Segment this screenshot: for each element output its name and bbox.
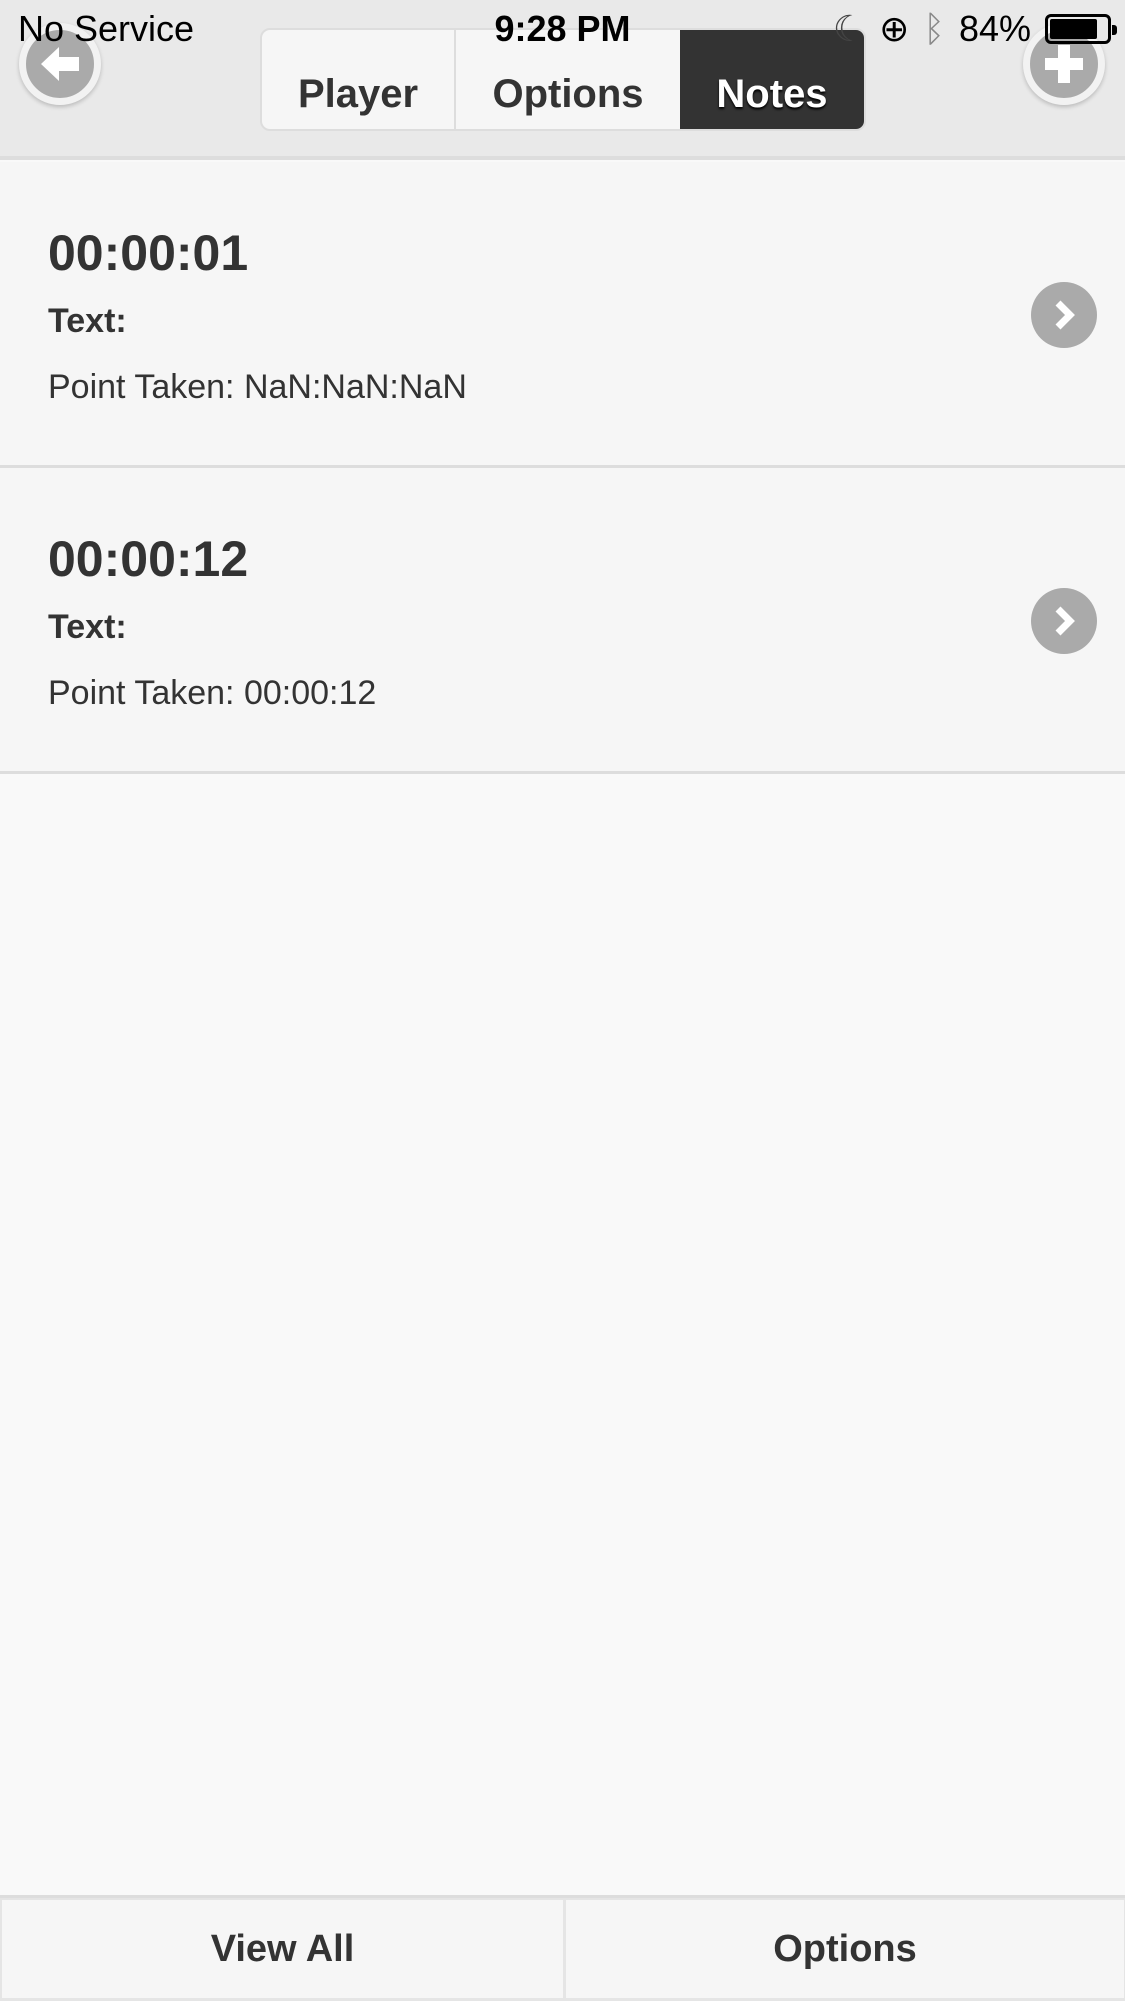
footer-toolbar: View All Options <box>0 1895 1125 2001</box>
header: Player Options Notes No Service 9:28 PM … <box>0 0 1125 160</box>
chevron-right-icon[interactable] <box>1031 588 1097 654</box>
note-time: 00:00:01 <box>48 225 249 281</box>
note-text-label: Text: <box>48 608 127 646</box>
battery-percent: 84% <box>958 8 1031 49</box>
note-item[interactable]: 00:00:01 Text: Point Taken: NaN:NaN:NaN <box>0 162 1125 468</box>
segmented-tabs: Player Options Notes <box>260 28 866 131</box>
tab-player[interactable]: Player <box>262 30 456 129</box>
battery-icon <box>1045 14 1117 44</box>
note-point-taken: Point Taken: NaN:NaN:NaN <box>48 368 467 406</box>
tab-options[interactable]: Options <box>456 30 680 129</box>
moon-icon: ☾ <box>832 8 866 49</box>
note-time: 00:00:12 <box>48 531 249 587</box>
status-icons: ☾ ⊕ ᛒ 84% <box>832 8 1117 50</box>
bluetooth-icon: ᛒ <box>923 8 945 49</box>
rotation-lock-icon: ⊕ <box>879 8 910 49</box>
view-all-button[interactable]: View All <box>2 1900 563 1998</box>
chevron-right-icon[interactable] <box>1031 282 1097 348</box>
options-button[interactable]: Options <box>566 1900 1124 1998</box>
note-item[interactable]: 00:00:12 Text: Point Taken: 00:00:12 <box>0 468 1125 774</box>
note-point-taken: Point Taken: 00:00:12 <box>48 674 377 712</box>
carrier: No Service <box>18 8 195 49</box>
note-text-label: Text: <box>48 302 127 340</box>
